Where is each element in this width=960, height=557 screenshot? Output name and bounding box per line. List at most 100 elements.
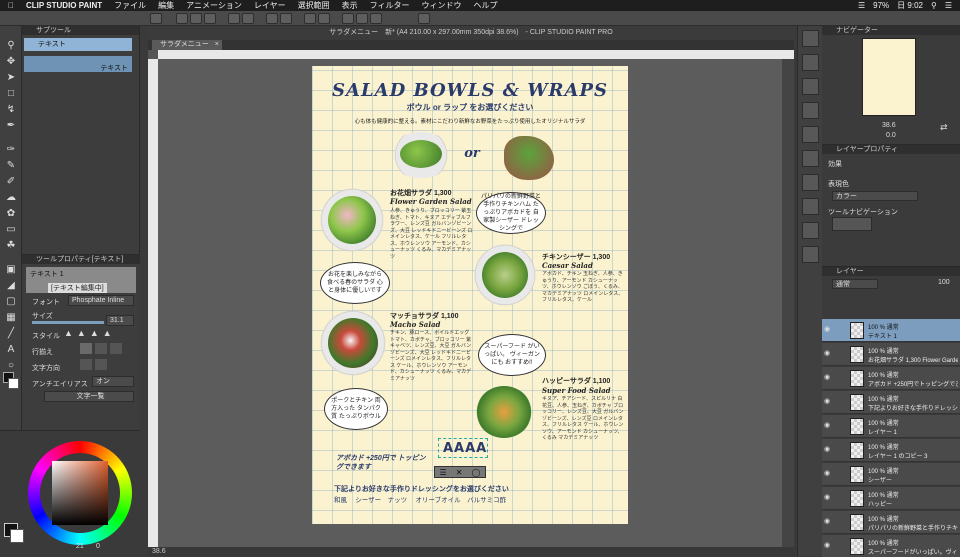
horizontal-text-icon[interactable] (80, 359, 92, 370)
align-center-icon[interactable] (95, 343, 107, 354)
brush-tool-icon[interactable]: ✐ (4, 176, 18, 188)
app-name-menu[interactable]: CLIP STUDIO PAINT (26, 1, 102, 10)
subtool-text-preview[interactable]: テキスト (24, 56, 132, 72)
size-slider[interactable] (32, 321, 104, 324)
visibility-eye-icon[interactable]: ◉ (824, 374, 832, 382)
material-panel-icon[interactable] (802, 54, 819, 71)
macho-desc[interactable]: チキン、豚ロース、ボイルドエッグ トマト、カボチャ、ブロッコリー 紫キャベツ、レ… (390, 330, 474, 382)
material-object-icon[interactable] (802, 246, 819, 263)
or-label[interactable]: or (458, 146, 486, 161)
eraser-tool-icon[interactable]: ▭ (4, 224, 18, 236)
caesar-name-en[interactable]: Caesar Salad (542, 261, 593, 270)
decoration-tool-icon[interactable]: ✿ (4, 208, 18, 220)
layer-row[interactable]: ◉ 100 % 通常 シーザー (822, 463, 960, 486)
sub-color-swatch[interactable] (8, 378, 19, 389)
snap-ruler-icon[interactable] (356, 13, 368, 24)
material-pose-icon[interactable] (802, 198, 819, 215)
pencil-tool-icon[interactable]: ✎ (4, 160, 18, 172)
caesar-salad-image[interactable] (472, 242, 538, 308)
lasso-tool-icon[interactable]: ↯ (4, 104, 18, 116)
material-monochrome-icon[interactable] (802, 102, 819, 119)
material-color-icon[interactable] (802, 126, 819, 143)
menu-view[interactable]: 表示 (342, 0, 358, 11)
operation-tool-icon[interactable]: ➤ (4, 72, 18, 84)
text-edit-box[interactable]: AAAA (438, 438, 488, 458)
menu-animation[interactable]: アニメーション (186, 0, 242, 11)
hero-bowl-image[interactable] (388, 132, 454, 178)
redo-icon[interactable] (242, 13, 254, 24)
avocado-note[interactable]: アボカド +250円で トッピングできます (336, 454, 426, 472)
macho-name-en[interactable]: Macho Salad (390, 320, 440, 329)
snap-icon[interactable] (342, 13, 354, 24)
superfood-bubble[interactable]: スーパーフード がいっぱい。 ヴィーガンにも おすすめ!! (478, 334, 546, 376)
macho-salad-image[interactable] (318, 308, 388, 378)
flower-bubble[interactable]: お花を楽しみながら 食べる春のサラダ 心と身体に優しいです (320, 262, 390, 304)
material-manga-icon[interactable] (802, 150, 819, 167)
flower-desc[interactable]: 人参、きゅうり、ブロッコリー 紫玉ねぎ、トマト、キヌア エディブルフラワー、レン… (390, 208, 474, 260)
snap-grid-icon[interactable] (370, 13, 382, 24)
zoom-tool-icon[interactable]: ⚲ (4, 40, 18, 52)
antialias-select[interactable]: オン (92, 376, 134, 387)
menu-edit[interactable]: 編集 (158, 0, 174, 11)
menu-help[interactable]: ヘルプ (473, 0, 497, 11)
menu-selection[interactable]: 選択範囲 (298, 0, 330, 11)
align-right-icon[interactable] (110, 343, 122, 354)
text-cancel-icon[interactable]: ✕ (456, 468, 463, 477)
navigator-thumbnail[interactable] (862, 38, 916, 116)
fill-tool-icon[interactable]: ▣ (4, 264, 18, 276)
menu-page[interactable]: SALAD BOWLS & WRAPS ボウル or ラップ をお選びください … (312, 66, 628, 524)
superfood-name-jp[interactable]: ハッピーサラダ 1,100 (542, 376, 610, 386)
close-tab-icon[interactable]: × (215, 41, 219, 48)
layer-row[interactable]: ◉ 100 % 通常パリパリの新鮮野菜と手作りチキンハム (822, 511, 960, 534)
apple-icon[interactable]:  (8, 1, 14, 10)
text-edit-content[interactable]: AAAA (443, 441, 487, 456)
layer-row[interactable]: ◉ 100 % 通常お花畑サラダ 1,300 Flower Garden Sal.… (822, 343, 960, 366)
layer-row[interactable]: ◉ 100 % 通常スーパーフードがいっぱい。ヴィーガ... (822, 535, 960, 557)
ruler-tool-icon[interactable]: ╱ (4, 328, 18, 340)
blend-mode-select[interactable]: 通常 (832, 279, 878, 289)
font-select[interactable]: Phosphate Inline (68, 295, 134, 306)
vertical-text-icon[interactable] (95, 359, 107, 370)
navigator-zoom[interactable]: 38.6 (882, 122, 896, 129)
visibility-eye-icon[interactable]: ◉ (824, 326, 832, 334)
new-file-icon[interactable] (176, 13, 188, 24)
control-center-icon[interactable]: ☰ (945, 1, 952, 10)
text-navigation-button[interactable] (832, 217, 872, 231)
visibility-eye-icon[interactable]: ◉ (824, 350, 832, 358)
search-icon[interactable]: ⚲ (931, 1, 937, 10)
search-panel-icon[interactable] (802, 30, 819, 47)
expression-color-select[interactable]: カラー (832, 191, 918, 201)
layer-row[interactable]: ◉ 100 % 通常 テキスト 1 (822, 319, 960, 342)
opacity-value[interactable]: 100 (938, 279, 950, 286)
layer-row[interactable]: ◉ 100 % 通常アボカド +250円でトッピングできます (822, 367, 960, 390)
battery-level[interactable]: 97% (873, 1, 889, 10)
menu-title[interactable]: SALAD BOWLS & WRAPS (312, 80, 628, 101)
menu-intro[interactable]: 心も体も健康的に整える。素材にこだわり新鮮なお野菜をたっぷり使用したオリジナルサ… (312, 117, 628, 125)
clip-studio-icon[interactable] (150, 13, 162, 24)
subtool-text[interactable]: テキスト (24, 38, 132, 51)
align-left-icon[interactable] (80, 343, 92, 354)
invert-selection-icon[interactable] (318, 13, 330, 24)
gradient-tool-icon[interactable]: ◢ (4, 280, 18, 292)
menu-subtitle[interactable]: ボウル or ラップ をお選びください (312, 102, 628, 113)
size-field[interactable]: 31.1 (106, 315, 134, 326)
superfood-desc[interactable]: キヌア、チアシード、スピルリナ 白花豆、人参、玉ねぎ、カボチャ ブロッコリー、レ… (542, 396, 624, 442)
move-tool-icon[interactable]: ✥ (4, 56, 18, 68)
open-file-icon[interactable] (190, 13, 202, 24)
character-list-button[interactable]: 文字一覧 (44, 391, 134, 402)
transform-icon[interactable] (280, 13, 292, 24)
document-tab[interactable]: サラダメニュー × (152, 40, 222, 50)
material-image-icon[interactable] (802, 78, 819, 95)
layer-row[interactable]: ◉ 100 % 通常 レイヤー 1 のコピー 3 (822, 439, 960, 462)
navigator-angle[interactable]: 0.0 (886, 132, 896, 139)
figure-tool-icon[interactable]: ▢ (4, 296, 18, 308)
visibility-eye-icon[interactable]: ◉ (824, 422, 832, 430)
dressing-note[interactable]: 下記よりお好きな手作りドレッシングをお選びください (334, 484, 509, 494)
caesar-desc[interactable]: アボカド、チキン 玉ねぎ、人参、きゅうり、アーモンド カシューナッツ、ホウレンソ… (542, 271, 624, 304)
text-confirm-icon[interactable]: ◯ (471, 468, 480, 477)
visibility-eye-icon[interactable]: ◉ (824, 494, 832, 502)
saturation-value-square[interactable] (52, 461, 108, 525)
clear-icon[interactable] (266, 13, 278, 24)
layer-row[interactable]: ◉ 100 % 通常 レイヤー 1 (822, 415, 960, 438)
deselect-icon[interactable] (304, 13, 316, 24)
